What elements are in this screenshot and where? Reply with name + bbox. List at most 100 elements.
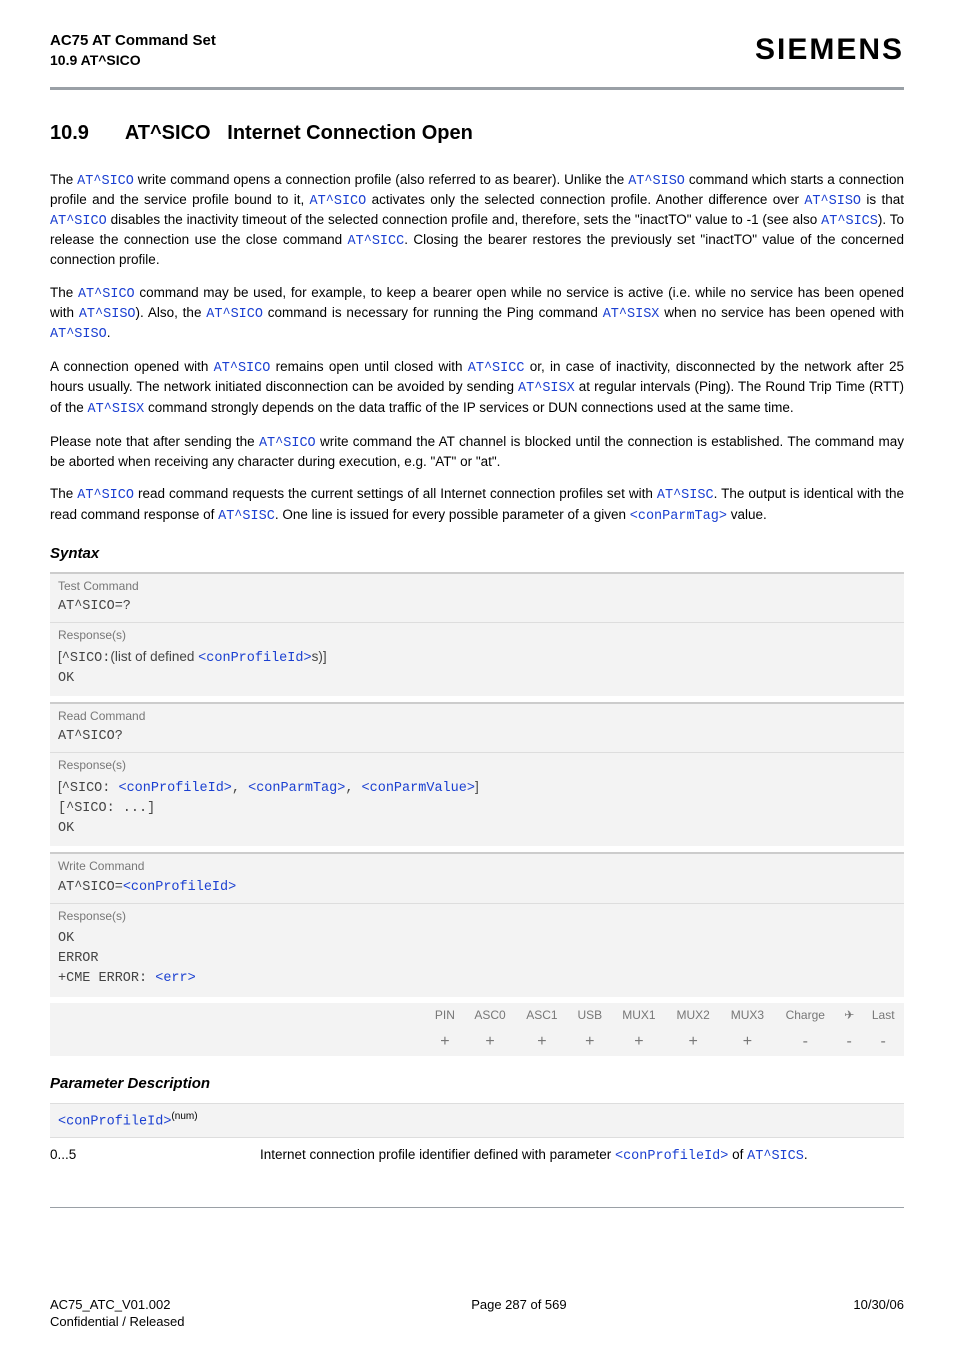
write-error: ERROR [58,951,99,966]
link-at-siso[interactable]: AT^SISO [804,194,861,209]
footer-classification: Confidential / Released [50,1313,184,1331]
val-mux1: + [612,1027,666,1057]
section-cmd: AT^SICO [125,122,211,144]
footer-left: AC75_ATC_V01.002 Confidential / Released [50,1296,184,1331]
val-airplane: - [836,1027,862,1057]
col-pin: PIN [426,1003,464,1027]
airplane-icon: ✈ [844,1008,854,1022]
link-conprofileid[interactable]: <conProfileId> [615,1149,728,1164]
section-number: 10.9 [50,120,120,147]
interface-support-table: PIN ASC0 ASC1 USB MUX1 MUX2 MUX3 Charge … [50,1003,904,1057]
link-at-sisc[interactable]: AT^SISC [657,488,714,503]
val-asc0: + [464,1027,516,1057]
val-usb: + [568,1027,612,1057]
val-charge: - [775,1027,836,1057]
link-at-sicc[interactable]: AT^SICC [468,361,525,376]
link-at-sico[interactable]: AT^SICO [259,436,316,451]
link-at-siso[interactable]: AT^SISO [79,307,136,322]
syntax-heading: Syntax [50,544,904,564]
val-pin: + [426,1027,464,1057]
doc-subtitle: 10.9 AT^SICO [50,51,216,70]
intro-para-4: Please note that after sending the AT^SI… [50,433,904,471]
section-heading: 10.9 AT^SICO Internet Connection Open [50,120,904,147]
link-err[interactable]: <err> [155,971,196,986]
test-ok: OK [58,671,74,686]
footer-date: 10/30/06 [853,1296,904,1331]
brand-logo: SIEMENS [755,30,904,71]
link-conparmvalue[interactable]: <conParmValue> [362,781,475,796]
link-conprofileid[interactable]: <conProfileId> [198,651,311,666]
write-label: Write Command [50,854,904,876]
write-ok: OK [58,931,74,946]
link-at-sico[interactable]: AT^SICO [214,361,271,376]
link-at-sisx[interactable]: AT^SISX [88,402,145,417]
col-asc1: ASC1 [516,1003,568,1027]
section-name: Internet Connection Open [227,122,473,144]
col-airplane: ✈ [836,1003,862,1027]
test-label: Test Command [50,574,904,596]
param-description: Internet connection profile identifier d… [260,1146,904,1166]
param-type-num: (num) [171,1111,197,1122]
syntax-test-command: Test Command AT^SICO=? Response(s) [^SIC… [50,572,904,696]
col-usb: USB [568,1003,612,1027]
val-last: - [862,1027,904,1057]
param-range: 0...5 [50,1146,260,1166]
link-at-sisx[interactable]: AT^SISX [518,381,575,396]
header-title-block: AC75 AT Command Set 10.9 AT^SICO [50,31,216,70]
link-at-sico[interactable]: AT^SICO [77,174,134,189]
link-conprofileid[interactable]: <conProfileId> [118,781,231,796]
intro-para-2: The AT^SICO command may be used, for exa… [50,284,904,345]
read-label: Read Command [50,704,904,726]
link-at-sics[interactable]: AT^SICS [747,1149,804,1164]
read-response-body: [^SICO: <conProfileId>, <conParmTag>, <c… [50,776,904,847]
col-mux2: MUX2 [666,1003,720,1027]
link-at-sico[interactable]: AT^SICO [78,287,135,302]
col-mux1: MUX1 [612,1003,666,1027]
link-at-sico[interactable]: AT^SICO [50,214,107,229]
link-at-siso[interactable]: AT^SISO [628,174,685,189]
read-line2: [^SICO: ...] [58,801,155,816]
col-asc0: ASC0 [464,1003,516,1027]
link-at-sico[interactable]: AT^SICO [310,194,367,209]
syntax-write-command: Write Command AT^SICO=<conProfileId> Res… [50,852,904,996]
intro-para-1: The AT^SICO write command opens a connec… [50,171,904,270]
param-conprofileid-row: 0...5 Internet connection profile identi… [50,1146,904,1166]
write-response-body: OK ERROR +CME ERROR: <err> [50,926,904,997]
test-response-label: Response(s) [50,623,904,645]
val-mux3: + [720,1027,774,1057]
link-at-sico[interactable]: AT^SICO [77,488,134,503]
read-ok: OK [58,821,74,836]
read-cmd: AT^SICO? [50,726,904,752]
doc-title: AC75 AT Command Set [50,31,216,51]
write-response-label: Response(s) [50,904,904,926]
footer-doc-id: AC75_ATC_V01.002 [50,1296,184,1314]
link-at-sisc[interactable]: AT^SISC [218,509,275,524]
link-at-sisx[interactable]: AT^SISX [603,307,660,322]
intro-para-5: The AT^SICO read command requests the cu… [50,485,904,525]
read-response-label: Response(s) [50,753,904,775]
link-conprofileid[interactable]: <conProfileId> [123,880,236,895]
link-conparmtag[interactable]: <conParmTag> [248,781,345,796]
val-asc1: + [516,1027,568,1057]
link-conprofileid[interactable]: <conProfileId> [58,1114,171,1129]
param-conprofileid-header: <conProfileId>(num) [50,1103,904,1139]
syntax-read-command: Read Command AT^SICO? Response(s) [^SICO… [50,702,904,846]
test-cmd: AT^SICO=? [50,596,904,622]
link-conparmtag[interactable]: <conParmTag> [630,509,727,524]
intro-para-3: A connection opened with AT^SICO remains… [50,358,904,419]
page-header: AC75 AT Command Set 10.9 AT^SICO SIEMENS [50,30,904,81]
interface-header-row: PIN ASC0 ASC1 USB MUX1 MUX2 MUX3 Charge … [50,1003,904,1027]
link-at-sico[interactable]: AT^SICO [206,307,263,322]
col-charge: Charge [775,1003,836,1027]
link-at-siso[interactable]: AT^SISO [50,327,107,342]
interface-value-row: + + + + + + + - - - [50,1027,904,1057]
col-last: Last [862,1003,904,1027]
footer-page-number: Page 287 of 569 [471,1296,566,1331]
val-mux2: + [666,1027,720,1057]
link-at-sics[interactable]: AT^SICS [821,214,878,229]
write-cmd: AT^SICO=<conProfileId> [50,877,904,903]
test-response-body: [^SICO:(list of defined <conProfileId>s)… [50,646,904,696]
link-at-sicc[interactable]: AT^SICC [348,234,405,249]
col-mux3: MUX3 [720,1003,774,1027]
page-footer: AC75_ATC_V01.002 Confidential / Released… [50,1296,904,1331]
